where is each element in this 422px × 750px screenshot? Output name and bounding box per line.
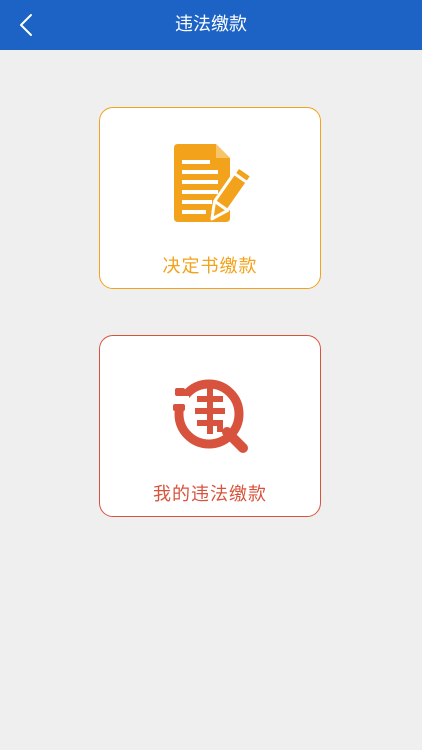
decision-payment-card[interactable]: 决定书缴款 (99, 107, 321, 289)
decision-payment-label: 决定书缴款 (162, 256, 258, 277)
page-title: 违法缴款 (175, 14, 247, 35)
document-pen-icon (174, 144, 250, 222)
violation-search-icon (173, 379, 248, 453)
my-violation-payment-label: 我的违法缴款 (153, 484, 267, 505)
top-navbar: 违法缴款 (0, 0, 422, 50)
my-violation-payment-card[interactable]: 我的违法缴款 (99, 335, 321, 517)
